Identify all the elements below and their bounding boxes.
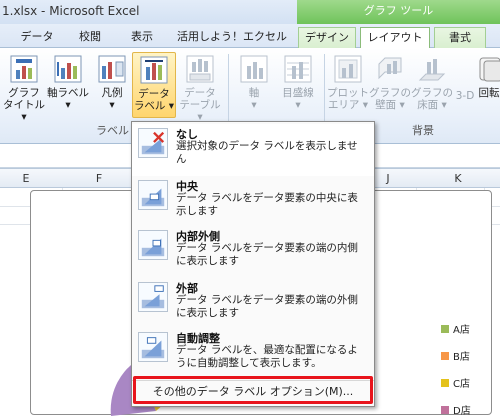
- center-labels-icon: [138, 180, 168, 210]
- chart-floor-icon: [418, 59, 446, 81]
- tab-design[interactable]: デザイン: [298, 27, 356, 48]
- legend-button[interactable]: 凡例 ▾: [90, 52, 134, 118]
- chart-title-icon: [10, 55, 38, 83]
- 3d-rotation-button[interactable]: 3-D: [452, 52, 478, 118]
- menu-item-center[interactable]: 中央 データ ラベルをデータ要素の中央に表示します: [132, 176, 374, 228]
- legend-icon: [98, 55, 126, 83]
- menu-item-best-fit[interactable]: 自動調整 データ ラベルを、最適な配置になるように自動調整して表示します。: [132, 328, 374, 380]
- tab-custom[interactable]: 活用しよう！エクセル: [172, 27, 292, 48]
- legend-swatch: [441, 378, 449, 387]
- rotation-button[interactable]: 回転: [476, 52, 500, 118]
- data-labels-button[interactable]: データ ラベル ▾: [132, 52, 176, 118]
- inside-end-labels-icon: [138, 230, 168, 260]
- legend-swatch: [441, 351, 449, 360]
- group-label-labels: ラベル: [96, 124, 129, 137]
- outside-end-labels-icon: [138, 282, 168, 312]
- axis-title-icon: [54, 55, 82, 83]
- axis-title-button[interactable]: 軸ラベル ▾: [46, 52, 90, 118]
- highlight-box: [133, 376, 373, 404]
- column-header[interactable]: K: [448, 172, 468, 185]
- chart-floor-button[interactable]: グラフの 床面 ▾: [410, 52, 454, 118]
- axes-icon: [240, 55, 268, 83]
- legend-item: B店: [441, 348, 471, 363]
- chart-legend[interactable]: A店 B店 C店 D店: [441, 321, 471, 417]
- group-label-background: 背景: [412, 124, 434, 137]
- data-table-button[interactable]: データ テーブル ▾: [178, 52, 222, 123]
- legend-swatch: [441, 405, 449, 414]
- chart-title-button[interactable]: グラフ タイトル ▾: [2, 52, 46, 123]
- plot-area-button[interactable]: プロット エリア ▾: [326, 52, 370, 118]
- tab-layout[interactable]: レイアウト: [360, 27, 430, 49]
- data-labels-menu: なし 選択対象のデータ ラベルを表示しません 中央 データ ラベルをデータ要素の…: [131, 121, 375, 407]
- menu-item-none[interactable]: なし 選択対象のデータ ラベルを表示しません: [132, 124, 374, 176]
- legend-item: A店: [441, 321, 471, 336]
- ribbon-tab-row: データ 校閲 表示 活用しよう！エクセル デザイン レイアウト 書式: [0, 24, 500, 49]
- legend-swatch: [441, 324, 449, 333]
- gridlines-button[interactable]: 目盛線 ▾: [276, 52, 320, 118]
- legend-item: C店: [441, 375, 471, 390]
- tab-data[interactable]: データ: [14, 27, 60, 48]
- title-bar: 1.xlsx - Microsoft Excel グラフ ツール: [0, 0, 500, 24]
- chart-wall-icon: [378, 57, 402, 80]
- tab-view[interactable]: 表示: [122, 27, 162, 48]
- window-title: 1.xlsx - Microsoft Excel: [2, 4, 140, 18]
- menu-item-outside-end[interactable]: 外部 データ ラベルをデータ要素の端の外側に表示します: [132, 278, 374, 330]
- plot-area-icon: [334, 55, 362, 83]
- column-header[interactable]: F: [89, 172, 109, 185]
- no-labels-icon: [138, 128, 168, 158]
- context-tab-group-chart-tools: グラフ ツール: [297, 0, 500, 24]
- column-header[interactable]: J: [378, 172, 398, 185]
- gridlines-icon: [284, 55, 312, 83]
- data-table-icon: [186, 55, 214, 83]
- tab-review[interactable]: 校閲: [70, 27, 110, 48]
- data-labels-icon: [140, 56, 168, 84]
- axes-button[interactable]: 軸 ▾: [232, 52, 276, 118]
- chart-wall-button[interactable]: グラフの 壁面 ▾: [368, 52, 412, 118]
- column-header[interactable]: E: [16, 172, 36, 185]
- menu-item-inside-end[interactable]: 内部外側 データ ラベルをデータ要素の端の内側に表示します: [132, 226, 374, 278]
- best-fit-labels-icon: [138, 332, 168, 362]
- tab-format[interactable]: 書式: [434, 27, 486, 48]
- rotation-icon: [479, 57, 500, 82]
